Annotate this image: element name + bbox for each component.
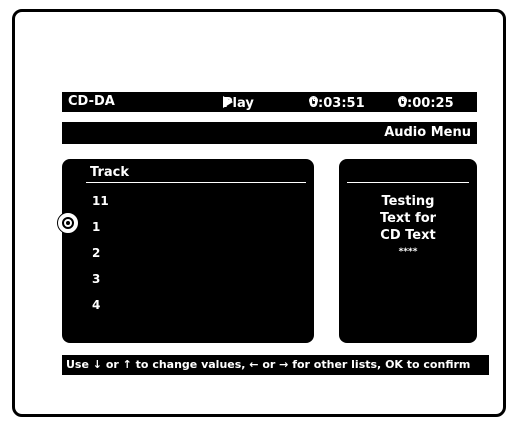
track-item[interactable]: 2 (92, 246, 100, 260)
track-list-panel[interactable]: Track 11 1 2 3 4 (57, 159, 314, 343)
help-text: Use ↓ or ↑ to change values, ← or → for … (66, 358, 471, 371)
disc-cursor-icon (57, 212, 79, 234)
menu-title-bar: Audio Menu (62, 122, 477, 144)
cd-text-line: Text for (379, 211, 437, 226)
track-item[interactable]: 3 (92, 272, 100, 286)
cd-text-panel: Testing Text for CD Text **** (339, 159, 477, 343)
cd-text-line: Testing (381, 194, 435, 209)
header-divider (86, 182, 306, 183)
track-list-header: Track (90, 165, 129, 180)
track-item-selected[interactable]: 1 (92, 220, 100, 234)
menu-title: Audio Menu (384, 125, 471, 140)
elapsed-time-value: 0:00:25 (398, 96, 454, 111)
play-state-label: Play (223, 96, 254, 111)
cd-text-line: CD Text (380, 228, 436, 243)
cd-text-divider (347, 182, 469, 183)
cd-text-more: **** (398, 247, 418, 257)
track-item[interactable]: 4 (92, 298, 100, 312)
disc-format: CD-DA (68, 94, 115, 109)
track-item[interactable]: 11 (92, 194, 109, 208)
total-time-value: 0:03:51 (309, 96, 365, 111)
status-bar: CD-DA Play 0:03:51 0:00:25 (62, 92, 477, 112)
help-bar: Use ↓ or ↑ to change values, ← or → for … (62, 355, 489, 375)
